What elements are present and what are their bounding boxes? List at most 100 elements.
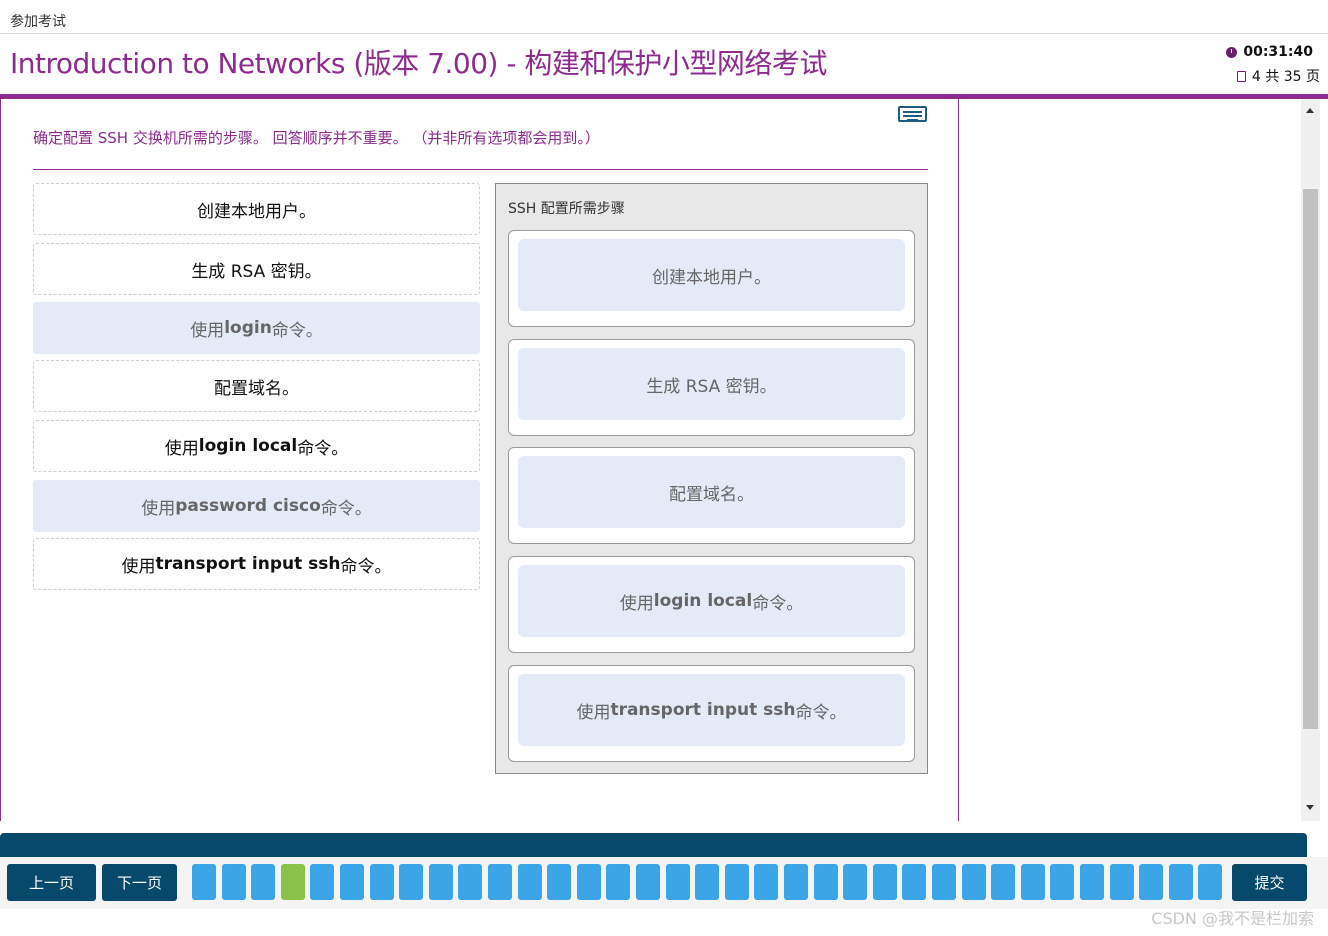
question-button[interactable] — [784, 864, 808, 900]
drag-option[interactable]: 配置域名。 — [33, 360, 480, 412]
option-text: 生成 RSA 密钥。 — [191, 261, 322, 282]
question-button[interactable] — [517, 864, 542, 900]
option-text: 使用 — [121, 556, 156, 577]
question-button[interactable] — [1109, 864, 1134, 900]
breadcrumb[interactable]: 参加考试 — [10, 11, 66, 31]
question-button[interactable] — [340, 864, 364, 900]
timer-value: 00:31:40 — [1243, 44, 1313, 60]
answer-text: 配置域名。 — [669, 484, 754, 505]
drop-slot[interactable]: 使用 login local 命令。 — [508, 556, 915, 653]
page-icon — [1236, 70, 1246, 82]
placed-answer[interactable]: 使用 transport input ssh 命令。 — [518, 674, 905, 746]
option-text: 使用 — [190, 320, 225, 341]
keyboard-icon[interactable] — [898, 106, 927, 122]
question-button[interactable] — [428, 864, 453, 900]
option-text: 使用 — [164, 438, 199, 459]
question-button[interactable] — [280, 864, 305, 900]
answer-suffix: 命令。 — [795, 702, 847, 723]
answer-text: 使用 — [619, 593, 654, 614]
question-button[interactable] — [902, 864, 927, 900]
option-text: 创建本地用户。 — [197, 201, 316, 222]
question-button[interactable] — [1168, 864, 1193, 900]
answer-suffix: 命令。 — [752, 593, 804, 614]
question-button[interactable] — [1198, 864, 1223, 900]
question-button[interactable] — [488, 864, 512, 900]
question-button[interactable] — [872, 864, 897, 900]
question-button[interactable] — [192, 864, 216, 900]
question-button[interactable] — [310, 864, 335, 900]
timer: 00:31:40 — [1226, 44, 1313, 60]
progress-bar — [0, 833, 1307, 857]
scrollbar-thumb[interactable] — [1303, 189, 1318, 729]
drag-option[interactable]: 创建本地用户。 — [33, 183, 480, 235]
drop-slot[interactable]: 配置域名。 — [508, 447, 915, 544]
instruction-divider — [33, 169, 928, 170]
vertical-scrollbar[interactable] — [1301, 99, 1320, 821]
prev-page-button[interactable]: 上一页 — [7, 864, 96, 901]
option-suffix: 命令。 — [297, 438, 349, 459]
placed-answer[interactable]: 配置域名。 — [518, 456, 905, 528]
option-command: login local — [198, 436, 298, 456]
question-button[interactable] — [991, 864, 1016, 900]
drag-option[interactable]: 生成 RSA 密钥。 — [33, 243, 480, 295]
drag-option[interactable]: 使用 login local 命令。 — [33, 420, 480, 472]
question-button[interactable] — [665, 864, 690, 900]
drop-slot[interactable]: 生成 RSA 密钥。 — [508, 339, 915, 436]
placed-answer[interactable]: 生成 RSA 密钥。 — [518, 348, 905, 420]
answer-text: 使用 — [576, 702, 611, 723]
question-button[interactable] — [1139, 864, 1164, 900]
question-instruction: 确定配置 SSH 交换机所需的步骤。 回答顺序并不重要。 （并非所有选项都会用到… — [33, 129, 600, 147]
question-button[interactable] — [1050, 864, 1075, 900]
placed-answer[interactable]: 创建本地用户。 — [518, 239, 905, 311]
scroll-down-icon[interactable] — [1306, 805, 1314, 810]
answer-command: transport input ssh — [610, 700, 796, 720]
question-navigator — [192, 864, 1224, 901]
question-button[interactable] — [813, 864, 838, 900]
drag-option[interactable]: 使用 password cisco 命令。 — [33, 480, 480, 532]
exam-header: Introduction to Networks (版本 7.00) - 构建和… — [0, 34, 1328, 94]
question-button[interactable] — [221, 864, 246, 900]
submit-button[interactable]: 提交 — [1232, 864, 1307, 901]
option-suffix: 命令。 — [340, 556, 392, 577]
page-indicator: 4 共 35 页 — [1236, 66, 1320, 86]
question-button[interactable] — [754, 864, 779, 900]
question-button[interactable] — [932, 864, 956, 900]
answer-text: 创建本地用户。 — [652, 267, 771, 288]
option-text: 使用 — [141, 498, 176, 519]
drag-option[interactable]: 使用 login 命令。 — [33, 302, 480, 354]
option-text: 配置域名。 — [214, 378, 299, 399]
question-button[interactable] — [547, 864, 572, 900]
scroll-up-icon[interactable] — [1306, 108, 1314, 113]
page-count: 4 共 35 页 — [1251, 69, 1320, 85]
option-command: password cisco — [175, 496, 321, 516]
question-button[interactable] — [961, 864, 986, 900]
question-button[interactable] — [1020, 864, 1045, 900]
drop-slot[interactable]: 使用 transport input ssh 命令。 — [508, 665, 915, 762]
option-command: transport input ssh — [155, 554, 341, 574]
question-button[interactable] — [576, 864, 601, 900]
answer-text: 生成 RSA 密钥。 — [646, 376, 777, 397]
drag-option[interactable]: 使用 transport input ssh 命令。 — [33, 538, 480, 590]
option-command: login — [224, 318, 272, 338]
watermark: CSDN @我不是栏加索 — [1151, 909, 1314, 928]
drop-slot[interactable]: 创建本地用户。 — [508, 230, 915, 327]
question-button[interactable] — [1080, 864, 1104, 900]
question-button[interactable] — [695, 864, 720, 900]
drop-target-caption: SSH 配置所需步骤 — [508, 201, 625, 217]
option-suffix: 命令。 — [320, 498, 372, 519]
question-button[interactable] — [636, 864, 660, 900]
page-title: Introduction to Networks (版本 7.00) - 构建和… — [10, 47, 827, 80]
placed-answer[interactable]: 使用 login local 命令。 — [518, 565, 905, 637]
top-bar: 参加考试 — [0, 0, 1328, 34]
question-button[interactable] — [369, 864, 394, 900]
clock-icon — [1226, 46, 1238, 58]
question-button[interactable] — [606, 864, 631, 900]
drop-target-box: SSH 配置所需步骤 创建本地用户。 生成 RSA 密钥。 配置域名。使用 logi… — [495, 183, 928, 774]
question-button[interactable] — [251, 864, 276, 900]
question-button[interactable] — [399, 864, 424, 900]
question-button[interactable] — [458, 864, 483, 900]
question-button[interactable] — [724, 864, 749, 900]
next-page-button[interactable]: 下一页 — [102, 864, 177, 901]
option-suffix: 命令。 — [271, 320, 323, 341]
question-button[interactable] — [843, 864, 868, 900]
